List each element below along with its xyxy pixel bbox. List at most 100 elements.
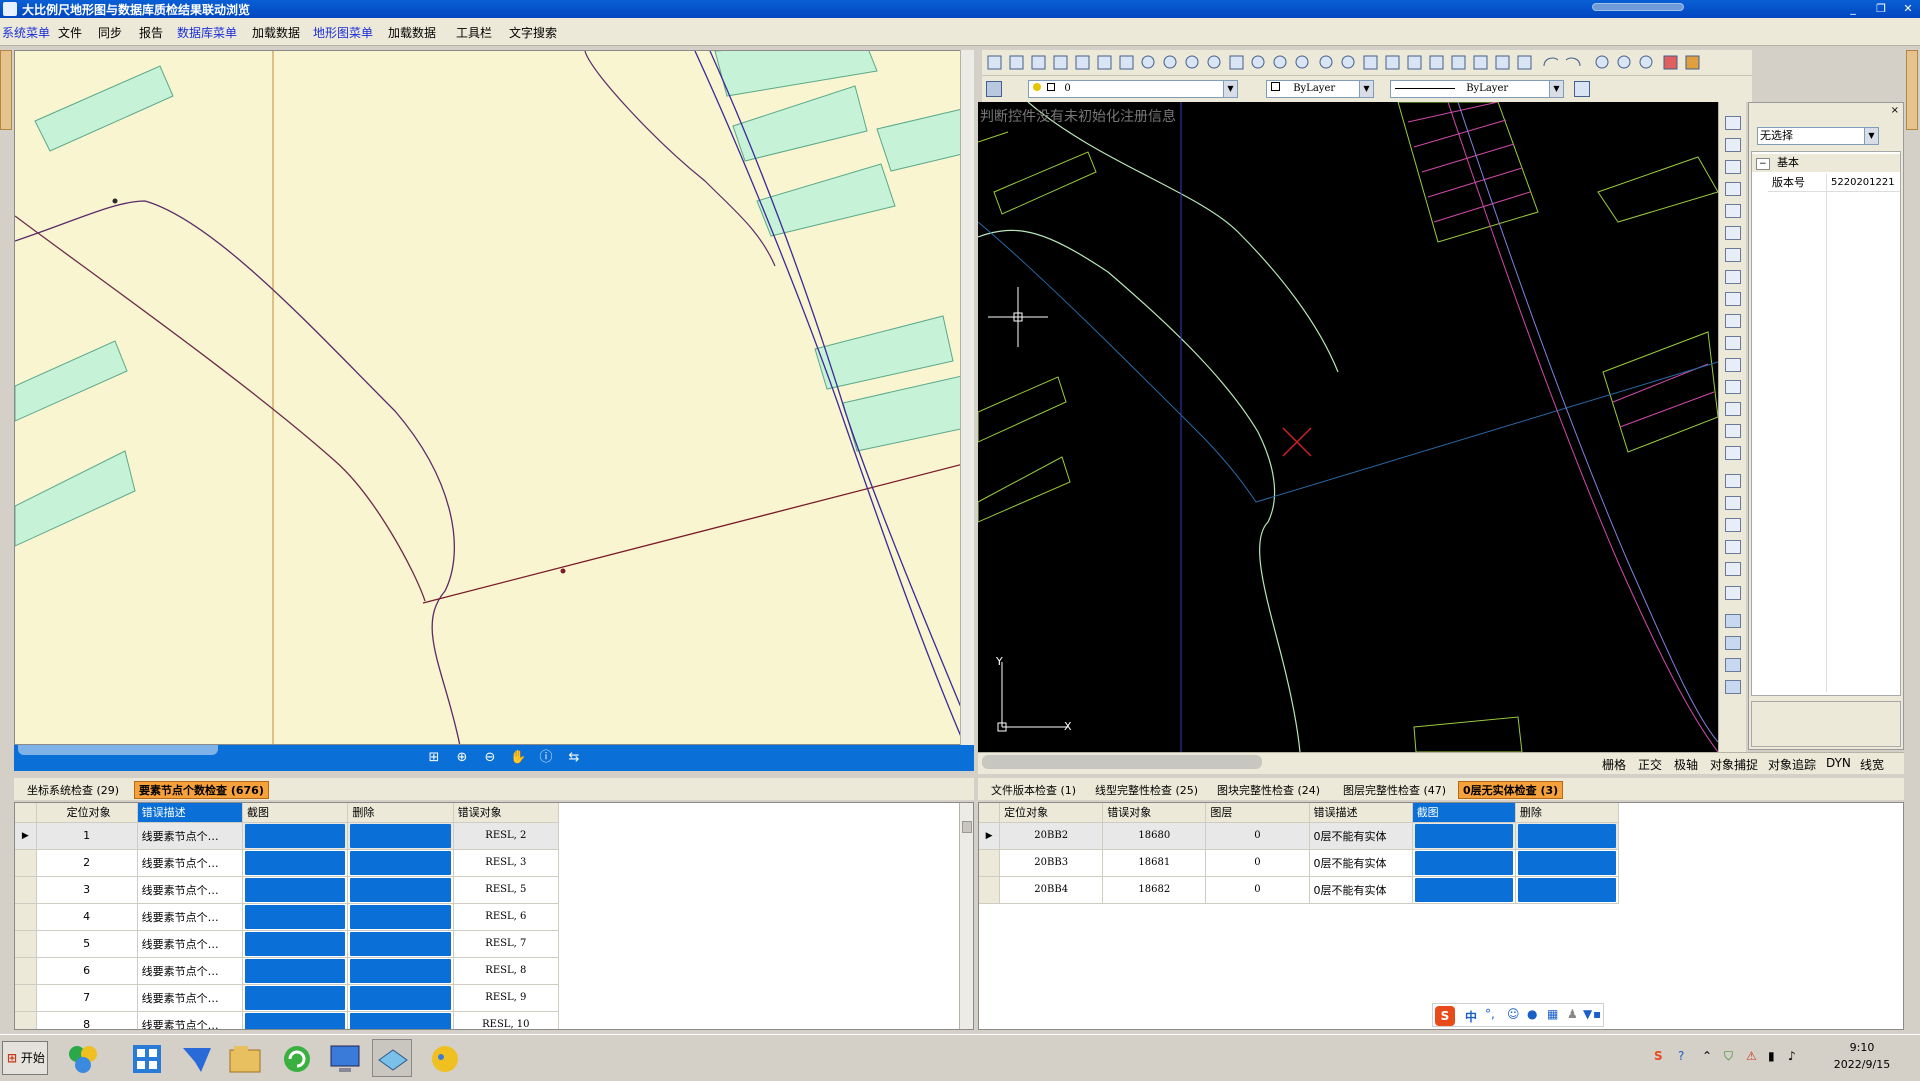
scroll-thumb[interactable]	[962, 821, 972, 833]
locate-cell[interactable]: 20BB4	[999, 876, 1104, 904]
break-icon[interactable]	[1725, 424, 1741, 438]
column-header[interactable]: 定位对象	[999, 803, 1104, 823]
help-icon[interactable]: ?	[1678, 1049, 1684, 1063]
column-header[interactable]: 截图	[242, 803, 349, 823]
row-selector[interactable]	[15, 984, 37, 1012]
status-lineweight[interactable]: 线宽	[1860, 756, 1884, 773]
row-selector[interactable]	[15, 876, 37, 904]
zoom-extent-icon[interactable]: ⊞	[426, 750, 442, 766]
delete-button[interactable]	[347, 984, 454, 1012]
table-row[interactable]: 20BB3 18681 0 0层不能有实体	[979, 849, 1620, 877]
screenshot-button[interactable]	[242, 849, 349, 877]
keyboard-icon[interactable]: ▦	[1547, 1007, 1558, 1021]
mirror-icon[interactable]	[1725, 270, 1741, 284]
app-grid-icon[interactable]	[126, 1039, 166, 1077]
tab-layer-check[interactable]: 图层完整性检查 (47)	[1338, 781, 1451, 799]
menu-sync[interactable]: 同步	[98, 24, 122, 41]
zoom-in-icon[interactable]: ⊕	[454, 750, 470, 766]
locate-cell[interactable]: 5	[36, 930, 138, 958]
file-explorer-icon[interactable]	[224, 1039, 264, 1077]
row-selector[interactable]	[979, 876, 1001, 904]
rotate-icon[interactable]	[1725, 182, 1741, 196]
column-header[interactable]: 错误描述	[137, 803, 244, 823]
row-selector[interactable]: ▶	[979, 822, 1001, 850]
explode-icon[interactable]	[1725, 402, 1741, 416]
column-header[interactable]: 图层	[1205, 803, 1310, 823]
right-dock-strip[interactable]	[1906, 50, 1918, 130]
minimize-button[interactable]: _	[1844, 1, 1862, 16]
left-dock-strip[interactable]	[0, 50, 12, 130]
tab-layer0-entity-check[interactable]: 0层无实体检查 (3)	[1458, 781, 1564, 799]
tab-node-count-check[interactable]: 要素节点个数检查 (676)	[134, 781, 269, 799]
tab-linetype-check[interactable]: 线型完整性检查 (25)	[1090, 781, 1203, 799]
menu-file[interactable]: 文件	[58, 24, 82, 41]
delete-button[interactable]	[347, 930, 454, 958]
trim-icon[interactable]	[1725, 358, 1741, 372]
status-polar[interactable]: 极轴	[1674, 756, 1698, 773]
screenshot-button[interactable]	[242, 876, 349, 904]
row-selector[interactable]	[15, 930, 37, 958]
start-button[interactable]: ⊞ 开始	[2, 1041, 48, 1075]
menu-load-data-db[interactable]: 加载数据	[252, 24, 300, 41]
status-grid[interactable]: 栅格	[1602, 756, 1626, 773]
locate-cell[interactable]: 3	[36, 876, 138, 904]
locate-cell[interactable]: 4	[36, 903, 138, 931]
menu-database[interactable]: 数据库菜单	[177, 24, 237, 41]
network-icon[interactable]: ⚠	[1746, 1049, 1757, 1063]
column-header[interactable]: 定位对象	[36, 803, 138, 823]
refresh-green-icon[interactable]	[276, 1039, 316, 1077]
property-row[interactable]: 版本号 5220201221	[1768, 174, 1900, 192]
layer-select[interactable]: 0 ▼	[1028, 80, 1238, 98]
screenshot-button[interactable]	[242, 1011, 349, 1029]
delete-button[interactable]	[1515, 822, 1620, 850]
dim-aligned-icon[interactable]	[1725, 496, 1741, 510]
clock[interactable]: 9:10 2022/9/15	[1812, 1039, 1912, 1073]
extend-icon[interactable]	[1725, 380, 1741, 394]
feiq-bird-icon[interactable]	[176, 1039, 216, 1077]
screenshot-button[interactable]	[1412, 822, 1516, 850]
screenshot-button[interactable]	[242, 903, 349, 931]
table-row[interactable]: 4 线要素节点个… RESL, 6	[15, 903, 560, 931]
window-arrange-icon[interactable]	[1725, 658, 1741, 672]
chamfer-icon[interactable]	[1725, 314, 1741, 328]
punctuation-icon[interactable]: °,	[1485, 1007, 1495, 1021]
screenshot-button[interactable]	[1412, 876, 1516, 904]
close-icon[interactable]: ×	[1891, 105, 1899, 116]
color-select[interactable]: ByLayer ▼	[1266, 80, 1374, 98]
computer-icon[interactable]	[324, 1039, 364, 1077]
dim-linear-icon[interactable]	[1725, 474, 1741, 488]
window-close-icon[interactable]	[1725, 680, 1741, 694]
offset-icon[interactable]	[1725, 292, 1741, 306]
locate-cell[interactable]: 8	[36, 1011, 138, 1029]
erase-icon[interactable]	[1725, 116, 1741, 130]
selection-dropdown[interactable]: 无选择 ▼	[1757, 127, 1879, 145]
window-cascade-icon[interactable]	[1725, 614, 1741, 628]
menu-load-data-map[interactable]: 加载数据	[388, 24, 436, 41]
screenshot-button[interactable]	[242, 822, 349, 850]
row-selector[interactable]	[15, 1011, 37, 1029]
table-row[interactable]: ▶ 20BB2 18680 0 0层不能有实体	[979, 822, 1620, 850]
column-header[interactable]: 截图	[1412, 803, 1516, 823]
shield-icon[interactable]: ⛉	[1724, 1049, 1733, 1064]
sogou-s-icon[interactable]: S	[1435, 1006, 1455, 1026]
delete-button[interactable]	[347, 1011, 454, 1029]
chevron-up-icon[interactable]: ⌃	[1702, 1049, 1712, 1063]
table-row[interactable]: 5 线要素节点个… RESL, 7	[15, 930, 560, 958]
menu-report[interactable]: 报告	[139, 24, 163, 41]
shirt-icon[interactable]: ▼	[1583, 1007, 1592, 1021]
dim-baseline-icon[interactable]	[1725, 586, 1741, 600]
left-map-vscroll[interactable]	[960, 50, 974, 745]
table-row[interactable]: 7 线要素节点个… RESL, 9	[15, 984, 560, 1012]
maximize-button[interactable]: ❐	[1872, 1, 1890, 16]
qq-chat-icon[interactable]	[424, 1039, 464, 1077]
row-selector[interactable]	[15, 957, 37, 985]
locate-cell[interactable]: 1	[36, 822, 138, 850]
locate-cell[interactable]: 20BB2	[999, 822, 1104, 850]
layer-manager-icon[interactable]	[986, 81, 1002, 97]
copy-object-icon[interactable]	[1725, 138, 1741, 152]
window-tile-icon[interactable]	[1725, 636, 1741, 650]
status-dyn[interactable]: DYN	[1826, 756, 1851, 770]
property-group[interactable]: − 基本	[1752, 154, 1900, 172]
left-map-view[interactable]	[14, 50, 974, 745]
dim-radius-icon[interactable]	[1725, 518, 1741, 532]
